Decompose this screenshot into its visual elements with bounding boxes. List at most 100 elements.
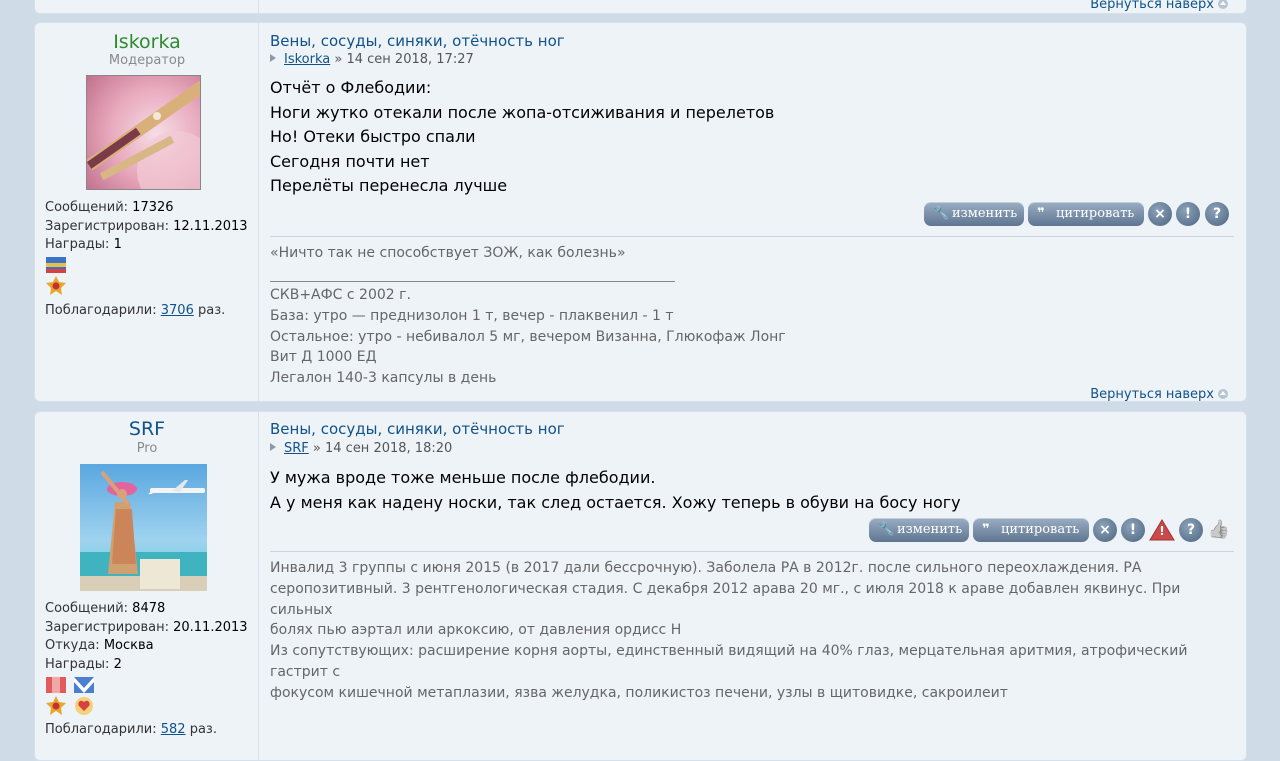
signature: «Ничто так не способствует ЗОЖ, как боле… [270, 243, 626, 264]
signature-line: болях пью аэртал или аркоксию, от давлен… [270, 622, 682, 639]
awards-label: Награды: [45, 656, 110, 672]
report-button[interactable]: ! [1176, 202, 1200, 226]
post-body: У мужа вроде тоже меньше после флебодии.… [270, 466, 961, 515]
user-rank: Модератор [108, 53, 186, 68]
previous-post-profile [35, 0, 259, 13]
arrow-up-icon [1218, 0, 1228, 9]
posts-count: 8478 [132, 601, 166, 616]
post-meta: Iskorka » 14 сен 2018, 17:27 [270, 52, 474, 67]
post-body-line: Сегодня почти нет [270, 151, 430, 171]
post-buttons: 🔧 изменить ❞ цитировать × ! ! ? 👍 [869, 518, 1234, 542]
warning-icon[interactable]: ! [1149, 518, 1175, 542]
warning-mark: ! [1159, 524, 1165, 538]
registered-date: 12.11.2013 [173, 218, 248, 234]
user-stats: Сообщений: 17326 Зарегистрирован: 12.11.… [45, 199, 248, 255]
post-meta: SRF » 14 сен 2018, 18:20 [270, 441, 452, 456]
post-link-icon[interactable] [270, 54, 276, 62]
edit-button-label: изменить [897, 522, 963, 537]
signature-divider [270, 236, 1234, 237]
signature-line: База: утро — преднизолон 1 т, вечер - пл… [270, 307, 674, 324]
post-profile: Iskorka Модератор Сообщений: 17326 Зарег… [35, 23, 259, 401]
signature-line: Легалон 140-3 капсулы в день [270, 370, 497, 387]
posts-count: 17326 [132, 200, 174, 215]
signature-line: Инвалид 3 группы с июня 2015 (в 2017 дал… [270, 560, 1142, 576]
arrow-up-icon [1218, 389, 1228, 399]
post-date: » 14 сен 2018, 18:20 [312, 441, 453, 456]
thanked-row: Поблагодарили: 3706 раз. [45, 302, 225, 321]
registered-label: Зарегистрирован: [45, 619, 169, 635]
edit-button[interactable]: 🔧 изменить [869, 518, 969, 542]
back-to-top-link[interactable]: Вернуться наверх [1090, 0, 1228, 12]
post-body-line: Перелёты перенесла лучше [270, 176, 508, 195]
delete-button[interactable]: × [1093, 518, 1117, 542]
post-title[interactable]: Вены, сосуды, синяки, отёчность ног [270, 32, 565, 50]
posts-label: Сообщений: [45, 200, 129, 215]
thanked-label: Поблагодарили: [45, 303, 157, 318]
post-author-link[interactable]: SRF [284, 441, 309, 456]
post-body-line: Но! Отеки быстро спали [270, 127, 476, 146]
signature-rule [270, 281, 675, 282]
thanks-button[interactable]: 👍 [1207, 518, 1231, 542]
wrench-icon: 🔧 [933, 206, 950, 221]
post-body-line: Ноги жутко отекали после жопа-отсиживани… [270, 102, 775, 122]
quote-icon: ❞ [1037, 206, 1045, 221]
post: Iskorka Модератор Сообщений: 17326 Зарег… [34, 22, 1247, 402]
signature-line: «Ничто так не способствует ЗОЖ, как боле… [270, 245, 626, 261]
signature-line: Из сопутствующих: расширение корня аорты… [270, 643, 1188, 680]
username[interactable]: SRF [35, 418, 259, 440]
report-button[interactable]: ! [1121, 518, 1145, 542]
thanked-suffix: раз. [197, 303, 226, 318]
wrench-icon: 🔧 [878, 522, 895, 537]
post-body: Отчёт о Флебодии: Ноги жутко отекали пос… [270, 76, 774, 199]
quote-button[interactable]: ❞ цитировать [1028, 202, 1144, 226]
post-title[interactable]: Вены, сосуды, синяки, отёчность ног [270, 420, 565, 438]
post-content: Вены, сосуды, синяки, отёчность ног Isko… [270, 23, 1234, 401]
post-content: Вены, сосуды, синяки, отёчность ног SRF … [270, 412, 1234, 760]
avatar-image [80, 464, 207, 591]
thanked-suffix: раз. [189, 722, 217, 737]
user-stats: Сообщений: 8478 Зарегистрирован: 20.11.2… [45, 600, 248, 674]
quote-icon: ❞ [982, 522, 990, 537]
username[interactable]: Iskorka [35, 31, 259, 53]
avatar[interactable] [80, 464, 207, 591]
signature-divider [270, 551, 1234, 552]
avatar-image [87, 76, 200, 189]
thanked-count-link[interactable]: 3706 [161, 303, 194, 318]
delete-button[interactable]: × [1148, 202, 1172, 226]
award-heart-medal-icon[interactable] [73, 676, 95, 716]
info-button[interactable]: ? [1205, 202, 1229, 226]
post-date: » 14 сен 2018, 17:27 [334, 52, 474, 67]
awards-count: 2 [113, 656, 122, 672]
post-body-line: Отчёт о Флебодии: [270, 78, 432, 97]
previous-post: Вернуться наверх [34, 0, 1247, 14]
post-profile: SRF Pro Сообщений: 8478 Зарегистрирован:… [35, 412, 259, 760]
registered-date: 20.11.2013 [173, 619, 248, 635]
award-medal-icon[interactable] [45, 676, 67, 716]
signature-line: фокусом кишечной метаплазии, язва желудк… [270, 684, 1008, 701]
post-body-line: У мужа вроде тоже меньше после флебодии. [270, 468, 656, 487]
signature: Инвалид 3 группы с июня 2015 (в 2017 дал… [270, 558, 1234, 704]
awards-count: 1 [113, 237, 122, 252]
quote-button-label: цитировать [1001, 522, 1080, 537]
edit-button[interactable]: 🔧 изменить [924, 202, 1024, 226]
signature-details: СКВ+АФС с 2002 г. База: утро — преднизол… [270, 285, 786, 389]
awards-label: Награды: [45, 237, 110, 252]
info-button[interactable]: ? [1179, 518, 1203, 542]
edit-button-label: изменить [952, 206, 1018, 221]
post-buttons: 🔧 изменить ❞ цитировать × ! ? [924, 202, 1234, 226]
back-to-top-label: Вернуться наверх [1090, 387, 1214, 402]
thanked-row: Поблагодарили: 582 раз. [45, 721, 217, 740]
back-to-top-label: Вернуться наверх [1090, 0, 1214, 12]
avatar[interactable] [86, 75, 201, 190]
posts-label: Сообщений: [45, 601, 129, 616]
user-rank: Pro [136, 441, 158, 456]
quote-button[interactable]: ❞ цитировать [973, 518, 1089, 542]
thanked-count-link[interactable]: 582 [161, 722, 186, 737]
quote-button-label: цитировать [1056, 206, 1135, 221]
signature-line: Остальное: утро - небивалол 5 мг, вечеро… [270, 328, 786, 345]
award-medal-icon[interactable] [45, 256, 67, 296]
back-to-top-link[interactable]: Вернуться наверх [1090, 387, 1228, 402]
post: SRF Pro Сообщений: 8478 Зарегистрирован:… [34, 411, 1247, 761]
post-author-link[interactable]: Iskorka [284, 52, 330, 67]
post-link-icon[interactable] [270, 443, 276, 451]
